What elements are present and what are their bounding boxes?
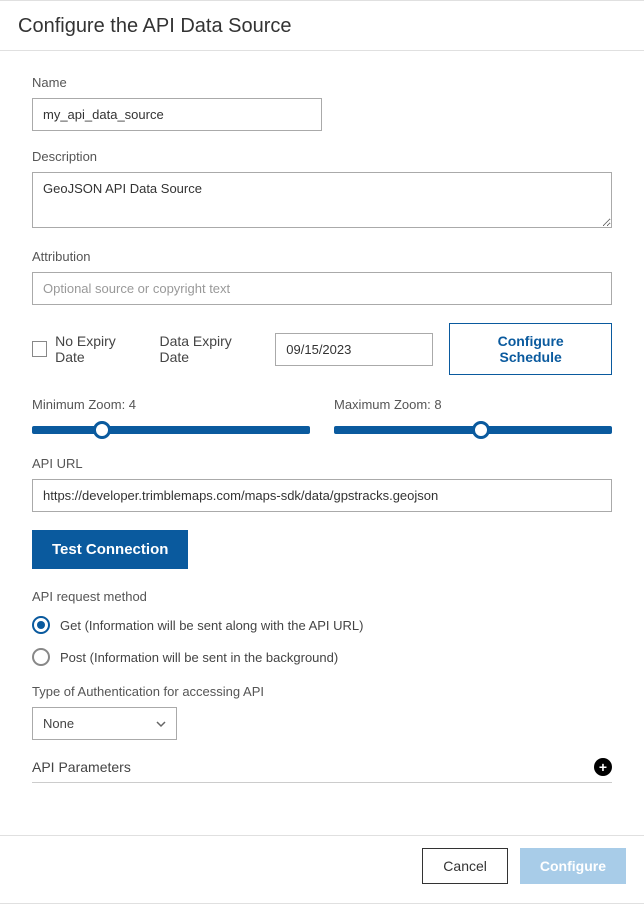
add-parameter-icon[interactable]: + xyxy=(594,758,612,776)
auth-type-select-wrap[interactable]: None xyxy=(32,707,177,740)
test-connection-button[interactable]: Test Connection xyxy=(32,530,188,569)
radio-post[interactable] xyxy=(32,648,50,666)
name-label: Name xyxy=(32,75,612,90)
configure-schedule-button[interactable]: Configure Schedule xyxy=(449,323,612,375)
cancel-button[interactable]: Cancel xyxy=(422,848,508,884)
radio-get[interactable] xyxy=(32,616,50,634)
min-zoom-slider[interactable] xyxy=(32,426,310,434)
attribution-field: Attribution xyxy=(32,249,612,305)
request-method-get[interactable]: Get (Information will be sent along with… xyxy=(32,616,612,634)
no-expiry-checkbox[interactable] xyxy=(32,341,47,357)
request-method-post[interactable]: Post (Information will be sent in the ba… xyxy=(32,648,612,666)
no-expiry-label: No Expiry Date xyxy=(55,333,143,365)
max-zoom-slider[interactable] xyxy=(334,426,612,434)
description-label: Description xyxy=(32,149,612,164)
api-parameters-label: API Parameters xyxy=(32,759,131,775)
radio-get-label: Get (Information will be sent along with… xyxy=(60,618,363,633)
auth-type-field: Type of Authentication for accessing API… xyxy=(32,684,612,740)
expiry-date-label: Data Expiry Date xyxy=(159,333,259,365)
min-zoom-label: Minimum Zoom: 4 xyxy=(32,397,310,412)
dialog-header: Configure the API Data Source xyxy=(0,1,644,51)
max-zoom-thumb[interactable] xyxy=(472,421,490,439)
max-zoom-label: Maximum Zoom: 8 xyxy=(334,397,612,412)
radio-post-label: Post (Information will be sent in the ba… xyxy=(60,650,338,665)
max-zoom-group: Maximum Zoom: 8 xyxy=(334,397,612,434)
expiry-row: No Expiry Date Data Expiry Date Configur… xyxy=(32,323,612,375)
page-title: Configure the API Data Source xyxy=(18,15,626,38)
configure-api-dialog: Configure the API Data Source Name Descr… xyxy=(0,0,644,904)
dialog-content: Name Description Attribution No Expiry D… xyxy=(0,51,644,835)
attribution-input[interactable] xyxy=(32,272,612,305)
api-url-label: API URL xyxy=(32,456,612,471)
api-url-input[interactable] xyxy=(32,479,612,512)
auth-type-select[interactable]: None xyxy=(32,707,177,740)
dialog-footer: Cancel Configure xyxy=(0,835,644,902)
description-field: Description xyxy=(32,149,612,231)
no-expiry-checkbox-wrap[interactable]: No Expiry Date xyxy=(32,333,143,365)
request-method-label: API request method xyxy=(32,589,612,604)
min-zoom-thumb[interactable] xyxy=(93,421,111,439)
description-textarea[interactable] xyxy=(32,172,612,228)
api-parameters-row: API Parameters + xyxy=(32,758,612,783)
request-method-group: Get (Information will be sent along with… xyxy=(32,616,612,666)
expiry-date-input[interactable] xyxy=(275,333,433,366)
api-url-field: API URL xyxy=(32,456,612,512)
zoom-sliders: Minimum Zoom: 4 Maximum Zoom: 8 xyxy=(32,397,612,434)
name-field: Name xyxy=(32,75,612,131)
attribution-label: Attribution xyxy=(32,249,612,264)
name-input[interactable] xyxy=(32,98,322,131)
request-method-field: API request method Get (Information will… xyxy=(32,589,612,666)
configure-button[interactable]: Configure xyxy=(520,848,626,884)
min-zoom-group: Minimum Zoom: 4 xyxy=(32,397,310,434)
auth-type-label: Type of Authentication for accessing API xyxy=(32,684,612,699)
